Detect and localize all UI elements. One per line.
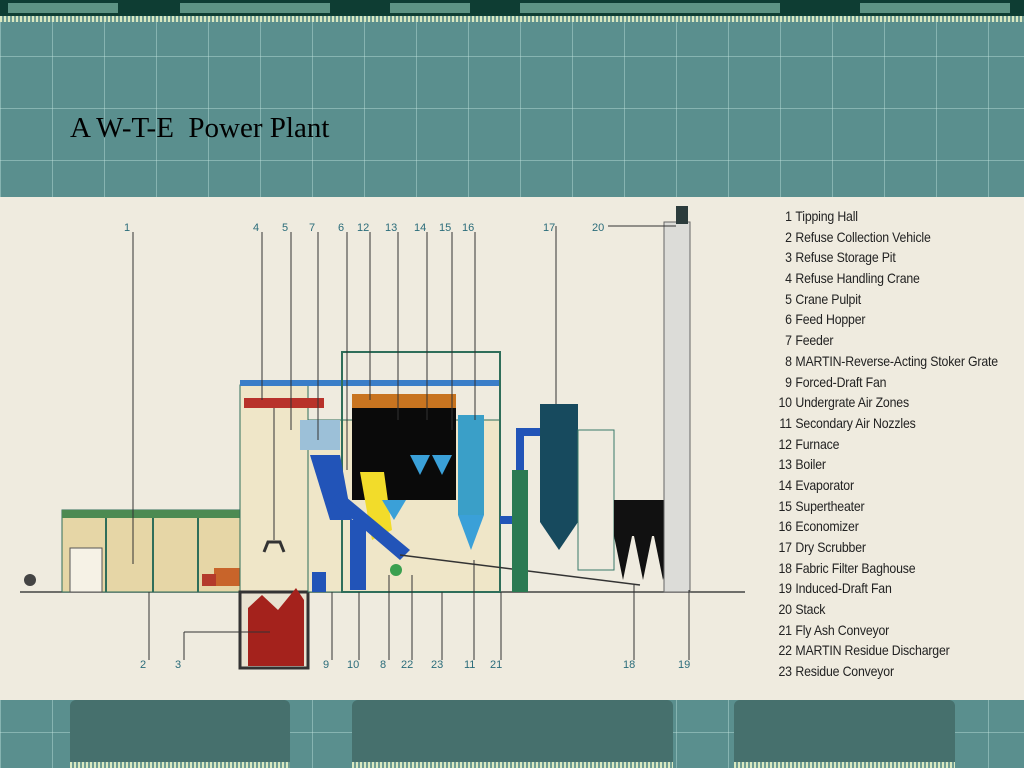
- legend-item: 19 Induced-Draft Fan: [778, 580, 892, 597]
- legend-item: 9 Forced-Draft Fan: [785, 373, 887, 390]
- callout-22: 22: [401, 659, 413, 671]
- legend-item: 13 Boiler: [778, 456, 826, 473]
- callout-3: 3: [175, 659, 181, 671]
- callout-5: 5: [282, 222, 288, 234]
- tipping-hall-roof: [62, 510, 240, 518]
- stack: [663, 221, 691, 593]
- dry-scrubber: [540, 404, 578, 522]
- callout-4: 4: [253, 222, 259, 234]
- legend-item: 18 Fabric Filter Baghouse: [778, 559, 916, 576]
- boiler-drum: [352, 394, 456, 408]
- decorative-hatch-strip: [0, 16, 1024, 22]
- callout-20: 20: [592, 222, 604, 234]
- legend-item: 8 MARTIN-Reverse-Acting Stoker Grate: [785, 352, 998, 369]
- legend-item: 4 Refuse Handling Crane: [785, 270, 920, 287]
- legend-item: 17 Dry Scrubber: [778, 539, 866, 555]
- callout-23: 23: [431, 659, 443, 671]
- callout-12: 12: [357, 222, 369, 234]
- callout-19: 19: [678, 659, 690, 671]
- legend-item: 14 Evaporator: [778, 476, 854, 493]
- callout-21: 21: [490, 659, 502, 671]
- undergrate-air: [350, 520, 366, 590]
- callout-6: 6: [338, 222, 344, 234]
- callout-11: 11: [464, 659, 475, 671]
- callout-7: 7: [309, 222, 315, 234]
- legend-item: 10 Undergrate Air Zones: [778, 394, 909, 411]
- legend-item: 2 Refuse Collection Vehicle: [785, 228, 931, 245]
- callout-10: 10: [347, 659, 359, 671]
- forced-draft-fan: [312, 572, 326, 592]
- hall-door: [69, 547, 103, 593]
- legend-item: 7 Feeder: [785, 332, 834, 349]
- legend-item: 5 Crane Pulpit: [785, 290, 862, 307]
- callout-13: 13: [385, 222, 397, 234]
- economizer: [458, 415, 484, 515]
- legend-item: 15 Supertheater: [778, 497, 865, 514]
- callout-14: 14: [414, 222, 426, 234]
- legend-item: 11 Secondary Air Nozzles: [779, 414, 916, 431]
- legend-list: 1 Tipping Hall 2 Refuse Collection Vehicle…: [776, 208, 1024, 684]
- legend-item: 1 Tipping Hall: [785, 208, 858, 224]
- legend-item: 3 Refuse Storage Pit: [785, 249, 896, 266]
- vehicle-small: [24, 574, 36, 586]
- footer-panel-left: [70, 700, 290, 768]
- callout-1: 1: [124, 222, 130, 234]
- legend-item: 23 Residue Conveyor: [778, 663, 894, 680]
- slide-title: A W-T-E Power Plant: [70, 112, 330, 144]
- callout-15: 15: [439, 222, 451, 234]
- callout-17: 17: [543, 222, 555, 234]
- callout-2: 2: [140, 659, 146, 671]
- footer-panel-right: [734, 700, 955, 768]
- footer-panel-center: [352, 700, 673, 768]
- legend-item: 22 MARTIN Residue Discharger: [778, 642, 950, 659]
- legend-item: 12 Furnace: [778, 435, 840, 452]
- crane-bridge: [244, 398, 324, 408]
- baghouse: [614, 500, 672, 536]
- legend-item: 6 Feed Hopper: [785, 311, 866, 328]
- legend-item: 21 Fly Ash Conveyor: [778, 621, 890, 638]
- legend-item: 20 Stack: [778, 601, 826, 618]
- callout-16: 16: [462, 222, 474, 234]
- callout-8: 8: [380, 659, 386, 671]
- callout-9: 9: [323, 659, 329, 671]
- legend-item: 16 Economizer: [778, 518, 859, 535]
- callout-18: 18: [623, 659, 635, 671]
- power-plant-diagram: 1 4 5 7 6 12 13 14 15 16 17 20 2 3 9 10 …: [0, 197, 1024, 700]
